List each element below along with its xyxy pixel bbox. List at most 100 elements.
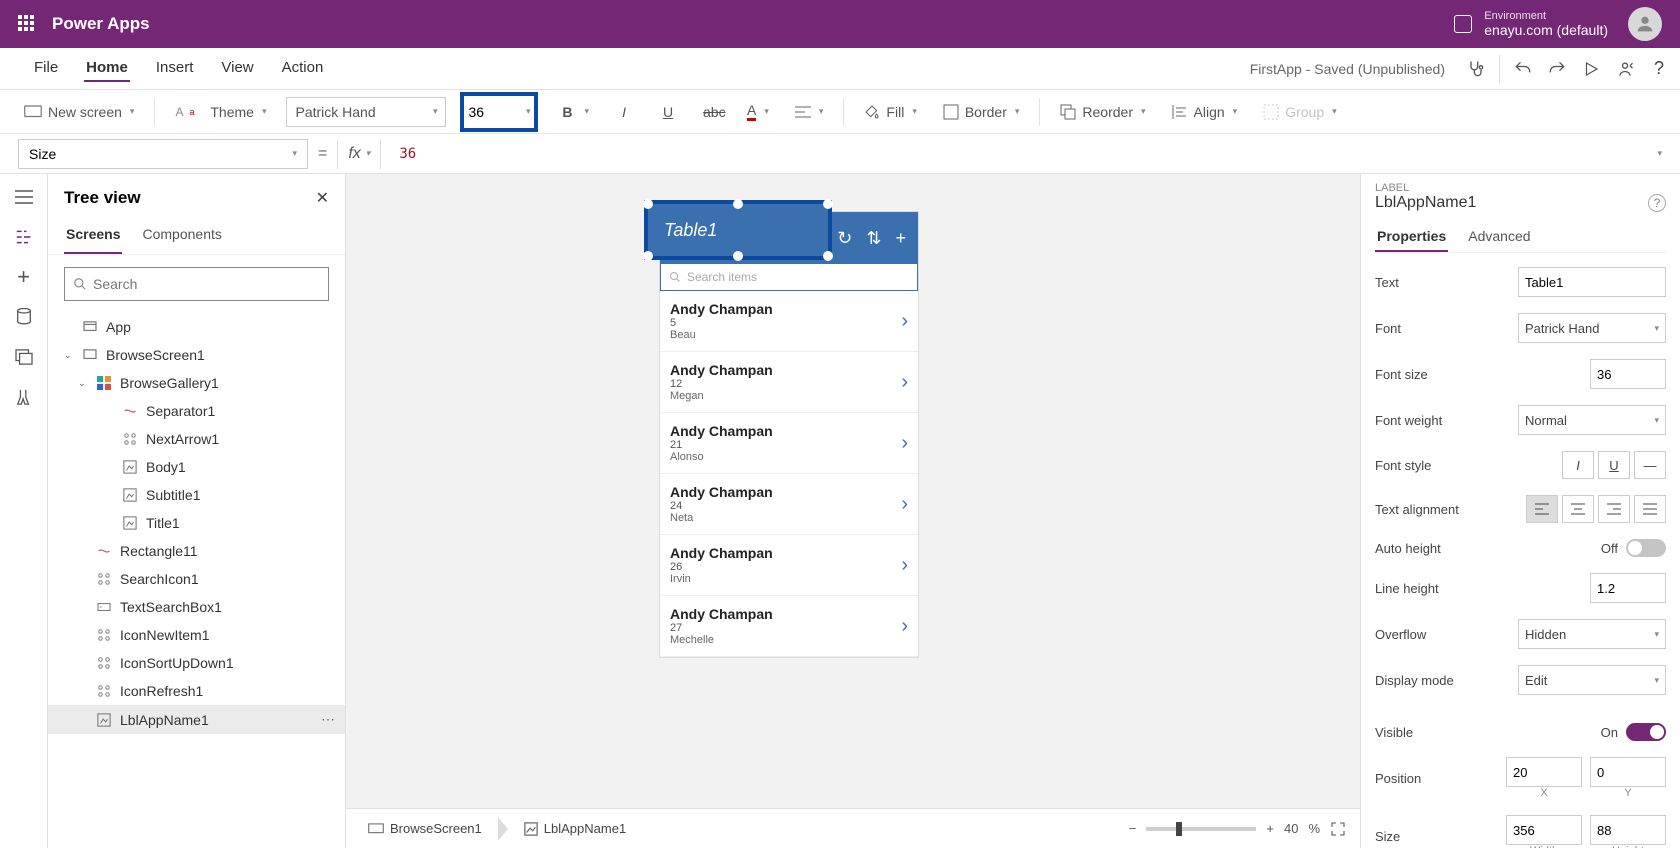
bold-button[interactable]: B▾ bbox=[552, 100, 595, 124]
menu-home[interactable]: Home bbox=[84, 55, 130, 82]
align-center-button[interactable] bbox=[1562, 495, 1594, 523]
plus-icon[interactable]: + bbox=[895, 228, 906, 249]
add-icon[interactable]: + bbox=[13, 266, 35, 288]
style-underline-button[interactable]: U bbox=[1598, 451, 1630, 479]
tree-node[interactable]: IconSortUpDown1 bbox=[48, 649, 345, 677]
tree-node[interactable]: Title1 bbox=[48, 509, 345, 537]
menu-view[interactable]: View bbox=[219, 55, 255, 82]
tree-node[interactable]: LblAppName1⋯ bbox=[48, 705, 345, 734]
list-item[interactable]: Andy Champan24Neta› bbox=[660, 474, 918, 535]
prop-height-input[interactable] bbox=[1590, 815, 1666, 845]
data-icon[interactable] bbox=[13, 306, 35, 328]
style-italic-button[interactable]: I bbox=[1562, 451, 1594, 479]
redo-icon[interactable] bbox=[1546, 58, 1568, 80]
font-color-button[interactable]: A▾ bbox=[741, 98, 775, 125]
hamburger-icon[interactable] bbox=[13, 186, 35, 208]
tree-node[interactable]: Body1 bbox=[48, 453, 345, 481]
tab-screens[interactable]: Screens bbox=[64, 220, 122, 254]
sort-icon[interactable]: ⇅ bbox=[866, 228, 881, 249]
menu-file[interactable]: File bbox=[32, 55, 60, 82]
italic-button[interactable]: I bbox=[609, 100, 639, 124]
formula-expand-icon[interactable]: ▾ bbox=[1657, 148, 1662, 159]
align-button[interactable]: Align▾ bbox=[1166, 100, 1244, 124]
prop-fontweight-select[interactable]: Normal▾ bbox=[1518, 405, 1666, 435]
phone-search[interactable]: Search items bbox=[660, 264, 918, 291]
list-item[interactable]: Andy Champan26Irvin› bbox=[660, 535, 918, 596]
tree-node[interactable]: IconRefresh1 bbox=[48, 677, 345, 705]
zoom-minus[interactable]: − bbox=[1129, 821, 1137, 836]
node-label: SearchIcon1 bbox=[120, 571, 199, 587]
font-select[interactable]: Patrick Hand▾ bbox=[286, 97, 446, 127]
share-icon[interactable] bbox=[1614, 58, 1636, 80]
waffle-icon[interactable] bbox=[18, 15, 36, 33]
list-item[interactable]: Andy Champan27Mechelle› bbox=[660, 596, 918, 657]
list-item[interactable]: Andy Champan5Beau› bbox=[660, 291, 918, 352]
info-icon[interactable]: ? bbox=[1648, 194, 1666, 212]
help-icon[interactable]: ? bbox=[1648, 58, 1670, 80]
play-icon[interactable] bbox=[1580, 58, 1602, 80]
prop-text-input[interactable] bbox=[1518, 267, 1666, 297]
tab-properties[interactable]: Properties bbox=[1375, 222, 1448, 252]
prop-displaymode-select[interactable]: Edit▾ bbox=[1518, 665, 1666, 695]
fill-button[interactable]: Fill▾ bbox=[858, 100, 922, 124]
prop-fontsize-input[interactable] bbox=[1590, 359, 1666, 389]
zoom-plus[interactable]: + bbox=[1266, 821, 1274, 836]
selected-label[interactable]: Table1 bbox=[644, 200, 832, 260]
avatar[interactable] bbox=[1628, 7, 1662, 41]
align-justify-button[interactable] bbox=[1634, 495, 1666, 523]
tree-node[interactable]: NextArrow1 bbox=[48, 425, 345, 453]
tab-advanced[interactable]: Advanced bbox=[1466, 222, 1532, 252]
tree-search[interactable] bbox=[64, 267, 329, 301]
reorder-button[interactable]: Reorder▾ bbox=[1054, 100, 1151, 124]
property-select[interactable]: Size▾ bbox=[18, 139, 308, 169]
list-item[interactable]: Andy Champan21Alonso› bbox=[660, 413, 918, 474]
zoom-slider[interactable] bbox=[1146, 827, 1256, 831]
media-icon[interactable] bbox=[13, 346, 35, 368]
tab-components[interactable]: Components bbox=[140, 220, 223, 254]
formula-value[interactable]: 36 bbox=[399, 146, 416, 162]
tools-icon[interactable] bbox=[13, 386, 35, 408]
fit-screen-icon[interactable] bbox=[1330, 821, 1346, 837]
visible-toggle[interactable] bbox=[1626, 723, 1666, 741]
environment-selector[interactable]: Environment enayu.com (default) bbox=[1454, 11, 1608, 38]
theme-button[interactable]: Aa Theme▾ bbox=[169, 100, 272, 124]
font-size-input[interactable]: ▾ bbox=[460, 92, 538, 132]
tree-node[interactable]: Subtitle1 bbox=[48, 481, 345, 509]
menu-action[interactable]: Action bbox=[280, 55, 326, 82]
undo-icon[interactable] bbox=[1512, 58, 1534, 80]
autoheight-toggle[interactable] bbox=[1626, 539, 1666, 557]
text-align-button[interactable]: ▾ bbox=[789, 101, 830, 123]
tree-node[interactable]: TextSearchBox1 bbox=[48, 593, 345, 621]
canvas[interactable]: ↖ Table1 ↻ ⇅ + Search items Andy Champan… bbox=[346, 174, 1360, 848]
prop-x-input[interactable] bbox=[1506, 757, 1582, 787]
crumb-screen[interactable]: BrowseScreen1 bbox=[360, 817, 490, 840]
prop-font-select[interactable]: Patrick Hand▾ bbox=[1518, 313, 1666, 343]
prop-width-input[interactable] bbox=[1506, 815, 1582, 845]
refresh-icon[interactable]: ↻ bbox=[837, 228, 852, 249]
tree-node[interactable]: App bbox=[48, 313, 345, 341]
close-icon[interactable]: ✕ bbox=[316, 188, 329, 208]
fx-icon[interactable]: fx▾ bbox=[337, 139, 381, 169]
crumb-item[interactable]: LblAppName1 bbox=[516, 817, 634, 840]
list-item[interactable]: Andy Champan12Megan› bbox=[660, 352, 918, 413]
tree-node[interactable]: SearchIcon1 bbox=[48, 565, 345, 593]
tree-node[interactable]: IconNewItem1 bbox=[48, 621, 345, 649]
align-left-button[interactable] bbox=[1526, 495, 1558, 523]
prop-overflow-select[interactable]: Hidden▾ bbox=[1518, 619, 1666, 649]
tree-view-icon[interactable] bbox=[13, 226, 35, 248]
tree-node[interactable]: ⌄BrowseScreen1 bbox=[48, 341, 345, 369]
stethoscope-icon[interactable] bbox=[1465, 58, 1487, 80]
style-strike-button[interactable]: — bbox=[1634, 451, 1666, 479]
tree-node[interactable]: Separator1 bbox=[48, 397, 345, 425]
underline-button[interactable]: U bbox=[653, 100, 683, 124]
prop-y-input[interactable] bbox=[1590, 757, 1666, 787]
more-icon[interactable]: ⋯ bbox=[321, 711, 335, 728]
new-screen-button[interactable]: New screen▾ bbox=[18, 100, 140, 124]
border-button[interactable]: Border▾ bbox=[937, 100, 1026, 124]
prop-lineheight-input[interactable] bbox=[1590, 573, 1666, 603]
align-right-button[interactable] bbox=[1598, 495, 1630, 523]
menu-insert[interactable]: Insert bbox=[154, 55, 196, 82]
tree-node[interactable]: ⌄BrowseGallery1 bbox=[48, 369, 345, 397]
strike-button[interactable]: abc bbox=[697, 100, 727, 124]
tree-node[interactable]: Rectangle11 bbox=[48, 537, 345, 565]
